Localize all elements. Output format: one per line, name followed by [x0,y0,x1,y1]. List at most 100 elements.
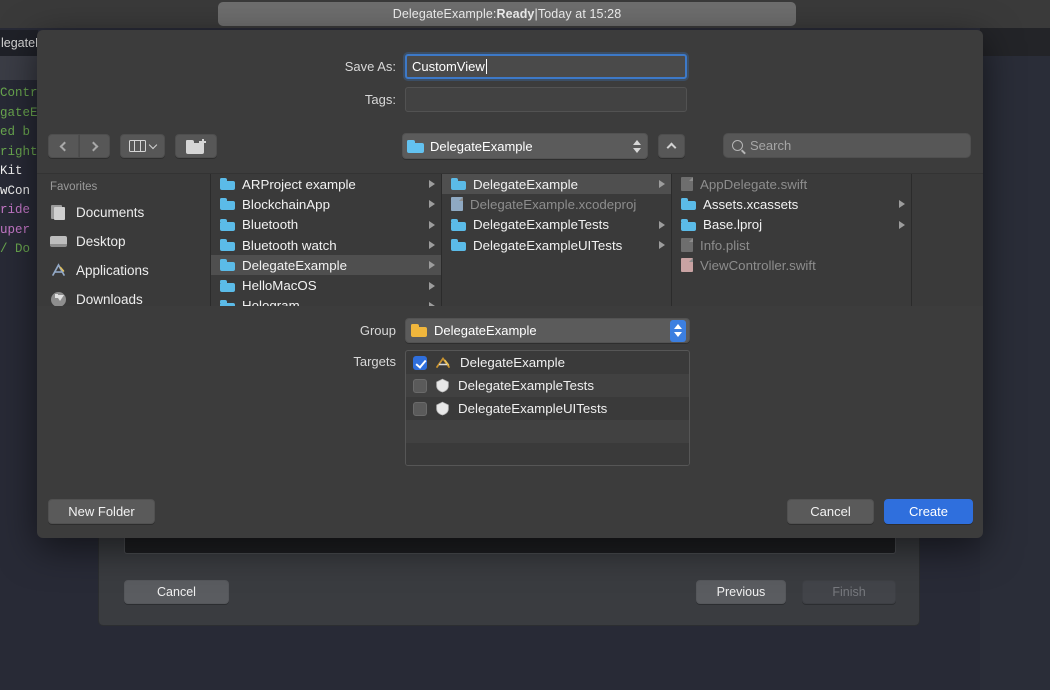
go-up-button[interactable] [658,134,685,158]
chevron-up-icon [666,142,677,153]
file-row[interactable]: DelegateExample.xcodeproj [442,194,671,214]
forward-button[interactable] [79,134,110,158]
file-row-label: HelloMacOS [242,278,317,294]
code-line: Contr [0,86,38,100]
view-mode-button[interactable] [120,134,165,158]
file-row-label: Hologram [242,298,300,306]
file-row-label: DelegateExampleTests [473,217,609,233]
disclosure-arrow-icon [659,220,665,229]
document-icon [681,258,693,273]
target-label: DelegateExampleUITests [458,401,608,416]
desktop-icon [50,233,67,250]
editor-tab[interactable]: legateE [0,30,38,56]
target-checkbox[interactable] [413,401,427,416]
file-row[interactable]: Hologram [211,296,441,306]
new-folder-button[interactable]: New Folder [48,499,155,524]
file-row[interactable]: Info.plist [672,235,911,255]
folder-icon [220,198,235,211]
tags-input[interactable] [405,87,687,112]
file-row[interactable]: ARProject example [211,174,441,194]
browser-column-3[interactable]: AppDelegate.swift Assets.xcassets Base.lpr… [671,174,911,306]
file-row[interactable]: DelegateExampleTests [442,215,671,235]
background-cancel-button[interactable]: Cancel [124,580,229,604]
disclosure-arrow-icon [659,180,665,189]
file-browser: Favorites Documents Desktop Applications Do… [37,173,983,306]
path-popup-button[interactable]: DelegateExample [402,133,648,159]
disclosure-arrow-icon [429,241,435,250]
disclosure-arrow-icon [429,180,435,189]
new-folder-toolbar-button[interactable] [175,134,217,158]
tags-label: Tags: [364,92,396,107]
file-row[interactable]: Bluetooth [211,215,441,235]
folder-icon [681,198,696,211]
save-as-label: Save As: [344,59,396,74]
file-row[interactable]: DelegateExample [442,174,671,195]
stepper-icon [670,319,686,342]
group-value: DelegateExample [434,323,537,338]
code-line: / Do [0,242,31,256]
folder-icon [220,178,235,191]
back-button[interactable] [48,134,79,158]
save-as-row: Save As: CustomView [37,54,983,79]
file-row[interactable]: Base.lproj [672,215,911,235]
file-row-label: DelegateExample.xcodeproj [470,196,637,212]
source-code-text: Contr gateE ed b right Kit wCon ride uper / Do [0,84,38,374]
browser-column-1[interactable]: ARProject example BlockchainApp Bluetooth B… [210,174,441,306]
sidebar-item-documents[interactable]: Documents [37,198,210,227]
applications-icon [50,262,67,279]
browser-column-2[interactable]: DelegateExample DelegateExample.xcodeproj… [441,174,671,306]
search-input[interactable]: Search [723,133,971,158]
file-row[interactable]: Bluetooth watch [211,235,441,255]
activity-status-bar: DelegateExample: Ready | Today at 15:28 [218,2,796,26]
target-row[interactable]: DelegateExampleTests [406,374,689,397]
target-row-empty [406,420,689,443]
editor-tab-label: legateE [1,36,38,50]
group-popup-button[interactable]: DelegateExample [405,318,690,343]
code-line: Kit [0,164,23,178]
file-row[interactable]: HelloMacOS [211,275,441,295]
file-row[interactable]: DelegateExample [211,255,441,276]
file-row-label: DelegateExample [242,257,347,273]
sidebar: Favorites Documents Desktop Applications Do… [37,174,210,306]
cancel-button[interactable]: Cancel [787,499,874,524]
target-checkbox[interactable] [413,378,427,393]
search-placeholder: Search [750,138,792,153]
browser-column-4[interactable] [911,174,983,306]
sidebar-item-downloads[interactable]: Downloads [37,285,210,306]
file-row-label: DelegateExample [473,176,578,192]
target-checkbox[interactable] [413,355,427,370]
folder-icon [411,324,427,337]
file-row-label: Assets.xcassets [703,196,799,212]
stepper-icon [630,136,643,156]
targets-list[interactable]: DelegateExample DelegateExampleTests Deleg… [405,350,690,466]
sidebar-item-desktop[interactable]: Desktop [37,227,210,256]
file-row[interactable]: DelegateExampleUITests [442,235,671,255]
disclosure-arrow-icon [659,241,665,250]
file-row[interactable]: BlockchainApp [211,194,441,214]
save-as-input[interactable]: CustomView [405,54,687,79]
disclosure-arrow-icon [899,200,905,209]
background-finish-button: Finish [802,580,896,604]
disclosure-arrow-icon [899,220,905,229]
file-row[interactable]: ViewController.swift [672,255,911,275]
editor-jump-bar[interactable] [0,56,38,80]
file-row[interactable]: Assets.xcassets [672,194,911,214]
xcode-target-icon [435,356,452,370]
right-inspector-pane [980,56,1050,690]
folder-icon [220,218,235,231]
target-label: DelegateExampleTests [458,378,594,393]
target-row[interactable]: DelegateExampleUITests [406,397,689,420]
target-row[interactable]: DelegateExample [406,351,689,374]
file-row[interactable]: AppDelegate.swift [672,174,911,194]
tags-row: Tags: [37,87,983,112]
folder-icon [220,279,235,292]
folder-icon [451,239,466,252]
file-row-label: Base.lproj [703,217,763,233]
targets-label: Targets [353,354,396,369]
disclosure-arrow-icon [429,281,435,290]
new-folder-icon [186,138,206,154]
background-previous-button[interactable]: Previous [696,580,786,604]
folder-icon [220,299,235,306]
create-button[interactable]: Create [884,499,973,524]
sidebar-item-applications[interactable]: Applications [37,256,210,285]
